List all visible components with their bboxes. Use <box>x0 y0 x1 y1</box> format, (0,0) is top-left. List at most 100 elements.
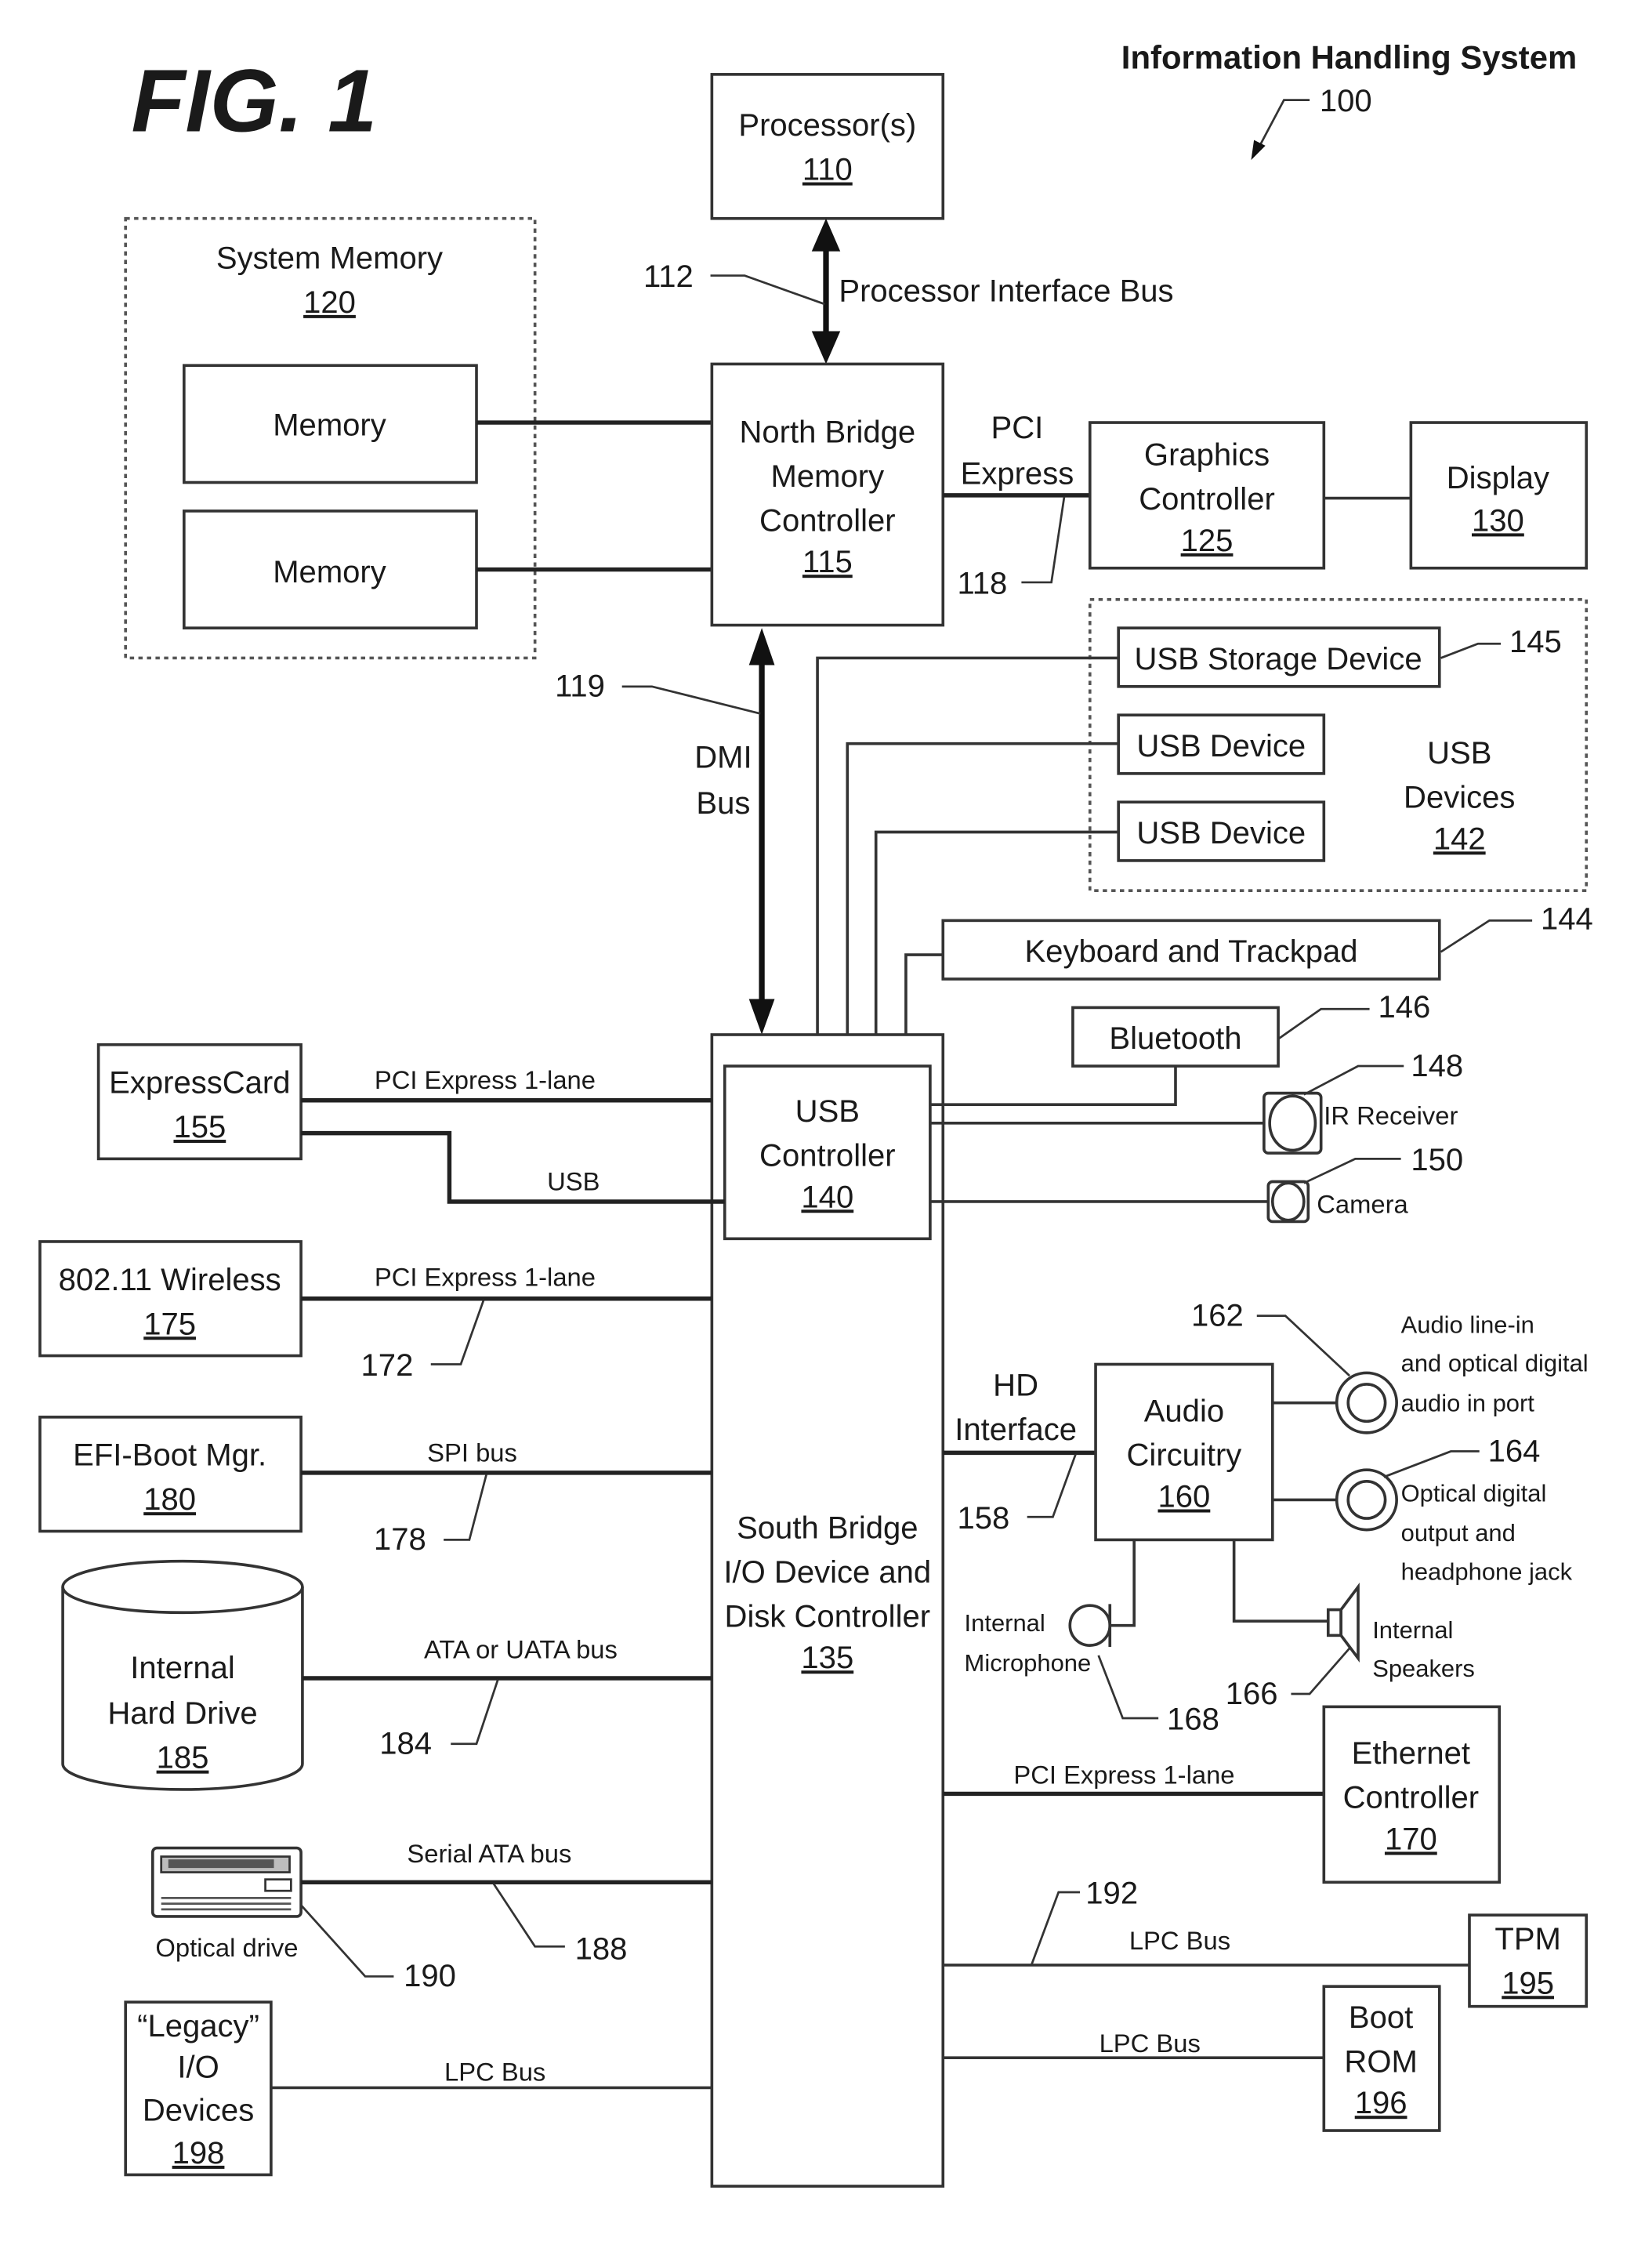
ethernet-ref: 170 <box>1385 1822 1437 1856</box>
optical-drive-icon[interactable] <box>150 1846 303 1918</box>
wireless-pcie-ref: 172 <box>361 1348 414 1383</box>
ref-144-leader <box>1440 919 1533 953</box>
audio-circuitry-line-1: Audio <box>1144 1394 1224 1428</box>
graphics-controller-line-2: Controller <box>1139 482 1275 517</box>
optical-drive-label: Optical drive <box>155 1933 298 1962</box>
ref-190-leader <box>300 1904 394 1978</box>
usb-device-2-block[interactable]: USB Device <box>1117 800 1326 862</box>
dmi-label-2: Bus <box>696 786 750 821</box>
usb-device-1-label: USB Device <box>1136 729 1306 763</box>
usb-device-1-block[interactable]: USB Device <box>1117 713 1326 775</box>
hd-interface-label-2: Interface <box>955 1412 1077 1447</box>
north-bridge-block[interactable]: North Bridge Memory Controller 115 <box>710 362 945 627</box>
ref-172-leader <box>430 1300 485 1365</box>
legacy-io-block[interactable]: “Legacy” I/O Devices 198 <box>124 2000 273 2177</box>
hard-drive-line-2: Hard Drive <box>107 1696 257 1731</box>
optical-out-ref: 164 <box>1488 1434 1541 1468</box>
dmi-arrowhead-up <box>748 628 775 665</box>
usb-controller-ref: 140 <box>801 1180 853 1214</box>
north-bridge-line-3: Controller <box>759 503 896 538</box>
keyboard-trackpad-block[interactable]: Keyboard and Trackpad <box>941 919 1441 981</box>
boot-rom-ref: 196 <box>1355 2086 1407 2120</box>
usb-controller-line-2: Controller <box>759 1138 896 1173</box>
ir-receiver-icon[interactable] <box>1263 1091 1323 1155</box>
memory-module-2[interactable]: Memory <box>183 510 478 630</box>
camera-label: Camera <box>1317 1190 1408 1219</box>
north-bridge-ref: 115 <box>802 545 853 579</box>
dmi-label-1: DMI <box>694 741 752 775</box>
optical-out-line-3: headphone jack <box>1401 1558 1573 1585</box>
efi-boot-manager-block[interactable]: EFI-Boot Mgr. 180 <box>38 1416 303 1533</box>
usb-storage-device-label: USB Storage Device <box>1134 642 1422 676</box>
wireless-block[interactable]: 802.11 Wireless 175 <box>38 1240 303 1358</box>
expresscard-usb-label: USB <box>547 1166 600 1195</box>
figure-title: FIG. 1 <box>131 52 377 150</box>
usb-controller-block[interactable]: USB Controller 140 <box>723 1064 932 1241</box>
system-memory-label: System Memory <box>216 241 443 275</box>
legacy-io-ref: 198 <box>172 2136 225 2170</box>
ata-bus-ref: 184 <box>379 1726 432 1761</box>
optical-out-jack-icon[interactable] <box>1335 1468 1398 1532</box>
hd-interface-ref: 158 <box>957 1501 1009 1536</box>
usb-storage-device-ref: 145 <box>1509 625 1562 659</box>
usb-storage-device-block[interactable]: USB Storage Device <box>1117 626 1441 688</box>
memory-2-label: Memory <box>273 555 386 589</box>
audio-line-in-line-1: Audio line-in <box>1401 1311 1534 1338</box>
expresscard-block[interactable]: ExpressCard 155 <box>96 1043 303 1161</box>
audio-line-in-jack-icon[interactable] <box>1335 1371 1398 1434</box>
graphics-controller-line-1: Graphics <box>1144 438 1270 473</box>
ref-192-leader <box>1030 1891 1081 1966</box>
microphone-ref: 168 <box>1167 1703 1219 1737</box>
hd-interface-label-1: HD <box>993 1369 1038 1403</box>
microphone-line-2: Microphone <box>965 1649 1092 1677</box>
audio-circuitry-block[interactable]: Audio Circuitry 160 <box>1094 1362 1274 1542</box>
tpm-label: TPM <box>1494 1922 1561 1956</box>
processor-interface-bus-ref: 112 <box>643 259 694 294</box>
ref-166-leader <box>1291 1647 1351 1695</box>
processor-interface-bus-label: Processor Interface Bus <box>839 274 1173 308</box>
bluetooth-block[interactable]: Bluetooth <box>1071 1006 1280 1068</box>
display-ref: 130 <box>1472 503 1524 538</box>
hard-drive-ref: 185 <box>157 1741 209 1775</box>
camera-icon[interactable] <box>1266 1180 1310 1224</box>
legacy-lpc-label: LPC Bus <box>444 2057 545 2086</box>
ref-188-leader <box>492 1883 565 1948</box>
keyboard-trackpad-ref: 144 <box>1541 901 1593 936</box>
system-ref: 100 <box>1320 84 1372 118</box>
bus-112-leader <box>710 274 825 306</box>
graphics-controller-block[interactable]: Graphics Controller 125 <box>1088 421 1326 570</box>
system-ref-leader <box>1257 99 1310 150</box>
bus-arrowhead-up <box>811 218 841 252</box>
ref-145-leader <box>1440 642 1502 659</box>
microphone-wire <box>1110 1539 1136 1627</box>
boot-rom-block[interactable]: Boot ROM 196 <box>1322 1985 1441 2132</box>
ir-receiver-ref: 148 <box>1411 1049 1463 1083</box>
boot-rom-line-2: ROM <box>1344 2044 1417 2079</box>
wireless-ref: 175 <box>143 1307 196 1341</box>
ref-164-leader <box>1383 1450 1480 1478</box>
hard-drive-icon[interactable]: Internal Hard Drive 185 <box>61 1559 304 1791</box>
expresscard-ref: 155 <box>173 1110 226 1144</box>
tpm-block[interactable]: TPM 195 <box>1468 1913 1589 2008</box>
memory-module-1[interactable]: Memory <box>183 364 478 484</box>
ethernet-controller-block[interactable]: Ethernet Controller 170 <box>1322 1705 1502 1884</box>
system-memory-ref: 120 <box>303 285 356 320</box>
processor-block[interactable]: Processor(s) 110 <box>710 73 945 220</box>
legacy-io-line-3: Devices <box>143 2093 254 2127</box>
microphone-icon[interactable] <box>1068 1604 1112 1647</box>
expresscard-label: ExpressCard <box>109 1066 290 1101</box>
usb-controller-line-1: USB <box>795 1094 860 1129</box>
tpm-lpc-ref: 192 <box>1085 1877 1138 1911</box>
ref-184-leader <box>451 1679 499 1746</box>
pci-express-label-2: Express <box>961 456 1074 491</box>
ethernet-line-1: Ethernet <box>1352 1736 1470 1771</box>
bluetooth-ref: 146 <box>1378 990 1430 1024</box>
ethernet-pcie-label: PCI Express 1-lane <box>1013 1761 1234 1790</box>
system-ref-arrowhead <box>1251 140 1266 161</box>
processor-label: Processor(s) <box>738 108 916 143</box>
display-block[interactable]: Display 130 <box>1409 421 1589 570</box>
speaker-icon[interactable] <box>1326 1583 1360 1663</box>
usb-device-2-label: USB Device <box>1136 816 1306 850</box>
ref-158-leader <box>1027 1453 1077 1518</box>
bluetooth-wire <box>929 1066 1177 1107</box>
